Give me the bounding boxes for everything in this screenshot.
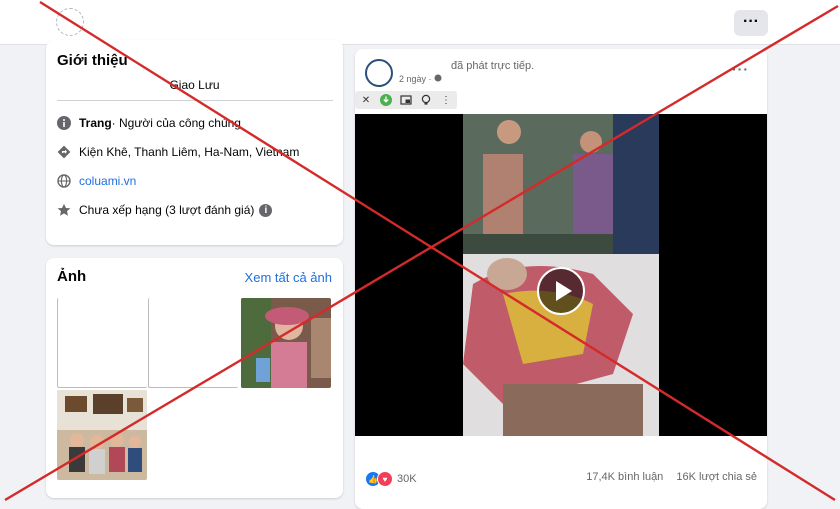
see-all-photos-link[interactable]: Xem tất cả ảnh (245, 270, 332, 285)
post-avatar[interactable] (365, 59, 393, 87)
post-time[interactable]: 2 ngày · (399, 74, 442, 84)
close-icon[interactable]: ✕ (359, 93, 373, 107)
website-row[interactable]: coluami.vn (57, 174, 136, 188)
intro-title: Giới thiệu (57, 52, 128, 69)
video-player[interactable] (355, 114, 767, 436)
location-text: Kiện Khê, Thanh Liêm, Ha-Nam, Vietnam (79, 145, 300, 159)
reactions[interactable]: 👍 ♥ 30K (365, 471, 417, 487)
bulb-icon[interactable] (419, 93, 433, 107)
post-options-button[interactable]: ··· (732, 61, 749, 77)
photo-thumbnail[interactable] (57, 390, 147, 480)
more-options-button[interactable]: ··· (734, 10, 768, 36)
directions-icon (57, 145, 71, 159)
privacy-globe-icon (434, 74, 442, 84)
toolbar-more-icon[interactable]: ⋮ (439, 93, 453, 107)
page-avatar[interactable] (56, 8, 84, 36)
photo-thumbnail[interactable] (148, 298, 238, 388)
photos-card: Ảnh Xem tất cả ảnh (46, 258, 343, 498)
post-stats: 👍 ♥ 30K 17,4K bình luận 16K lượt chia sẻ (365, 471, 757, 489)
photo-thumbnail[interactable] (57, 298, 147, 388)
globe-icon (57, 174, 71, 188)
category-row: Trang · Người của công chúng (57, 116, 241, 130)
play-icon[interactable] (537, 267, 585, 315)
location-row[interactable]: Kiện Khê, Thanh Liêm, Ha-Nam, Vietnam (57, 145, 299, 159)
reaction-count: 30K (397, 473, 417, 485)
top-bar: ··· (0, 0, 840, 45)
photos-title: Ảnh (57, 268, 87, 285)
post-time-text: 2 ngày · (399, 74, 432, 84)
rating-row: Chưa xếp hạng (3 lượt đánh giá) i (57, 203, 273, 217)
category-text: · Người của công chúng (111, 116, 241, 130)
intro-subtitle: Giao Lưu (169, 78, 220, 92)
post-action-text: đã phát trực tiếp. (451, 60, 535, 72)
share-count[interactable]: 16K lượt chia sẻ (676, 471, 757, 483)
comment-count[interactable]: 17,4K bình luận (586, 471, 663, 483)
rating-text: Chưa xếp hạng (3 lượt đánh giá) (79, 203, 255, 217)
more-icon: ··· (743, 13, 759, 30)
info-icon (57, 116, 71, 130)
star-icon (57, 203, 71, 217)
love-icon: ♥ (377, 471, 393, 487)
video-helper-toolbar: ✕ ⋮ (355, 91, 457, 109)
picture-in-picture-icon[interactable] (399, 93, 413, 107)
photo-thumbnail[interactable] (241, 298, 331, 388)
category-label: Trang (79, 116, 112, 130)
rating-info-icon[interactable]: i (259, 203, 273, 217)
intro-card: Giới thiệu Giao Lưu Trang · Người của cô… (46, 40, 343, 245)
divider (57, 100, 333, 101)
website-link[interactable]: coluami.vn (79, 174, 136, 188)
post-card: đã phát trực tiếp. 2 ngày · ··· ✕ ⋮ 👍 ♥ … (355, 49, 767, 509)
download-icon[interactable] (379, 93, 393, 107)
